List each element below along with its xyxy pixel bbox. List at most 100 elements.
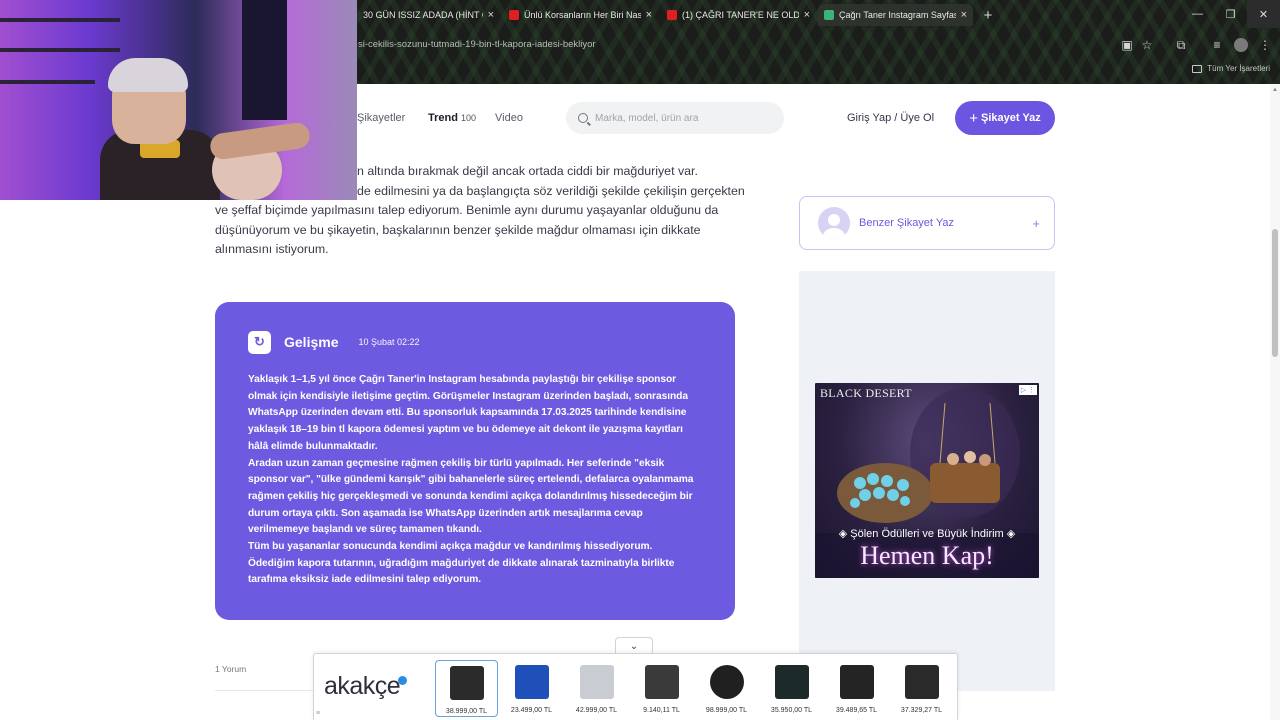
- update-line: sponsor var", "ülke gündemi karışık" gib…: [248, 474, 694, 486]
- profile-avatar-icon[interactable]: [1234, 38, 1248, 52]
- shelf: [0, 18, 120, 22]
- tab-close-icon[interactable]: ×: [488, 9, 494, 21]
- minimize-button[interactable]: —: [1181, 0, 1214, 28]
- update-line: verilmemeye başlandı ve süreç tamamen tı…: [248, 524, 482, 536]
- product-card[interactable]: 23.499,00 TL: [500, 660, 563, 717]
- browser-tab-3[interactable]: (1) ÇAĞRI TANER'E NE OLDU? | ×: [661, 4, 816, 26]
- update-line: olmak için kendisiyle iletişime geçtim. …: [248, 390, 688, 402]
- verified-badge-icon: [398, 675, 408, 685]
- doorway: [242, 0, 287, 120]
- cast-icon[interactable]: ▣: [1120, 38, 1134, 52]
- tab-close-icon[interactable]: ×: [804, 9, 810, 21]
- page-scrollbar[interactable]: ▲: [1270, 84, 1280, 720]
- product-price: 9.140,11 TL: [643, 707, 680, 714]
- product-card[interactable]: 98.999,00 TL: [695, 660, 758, 717]
- update-date: 10 Şubat 02:22: [358, 337, 420, 347]
- graphics-card-image: [579, 665, 614, 699]
- racing-wheel-image: [709, 665, 744, 699]
- scroll-up-arrow-icon[interactable]: ▲: [1270, 84, 1280, 96]
- tab-title: 30 GÜN ISSIZ ADADA (HİNT OKY: [363, 10, 483, 20]
- restore-button[interactable]: ❐: [1214, 0, 1247, 28]
- sikayetvar-icon: [824, 10, 834, 20]
- login-register-link[interactable]: Giriş Yap / Üye Ol: [847, 112, 934, 124]
- update-line: rağmen çekiliş hiç gerçekleşmedi ve sonu…: [248, 490, 693, 502]
- update-line: hâlâ elimde bulunmaktadır.: [248, 440, 378, 452]
- comments-count[interactable]: 1 Yorum: [215, 664, 246, 674]
- tab-close-icon[interactable]: ×: [646, 9, 652, 21]
- divider: [215, 690, 315, 691]
- search-bar[interactable]: [566, 102, 784, 134]
- product-list: 38.999,00 TL 23.499,00 TL 42.999,00 TL 9…: [435, 660, 953, 717]
- graphics-card-image: [839, 665, 874, 699]
- nav-trend-label: Trend: [428, 112, 458, 124]
- update-line: yaklaşık 18–19 bin tl kapora ödemesi yap…: [248, 424, 683, 436]
- write-complaint-label: Şikayet Yaz: [981, 112, 1041, 124]
- update-card: ↻ Gelişme 10 Şubat 02:22 Yaklaşık 1–1,5 …: [215, 302, 735, 620]
- menu-icon[interactable]: ≡: [316, 710, 320, 717]
- update-body: Yaklaşık 1–1,5 yıl önce Çağrı Taner'in I…: [248, 372, 702, 589]
- graphics-card-image: [774, 665, 809, 699]
- tab-title: (1) ÇAĞRI TANER'E NE OLDU? |: [682, 10, 799, 20]
- refresh-icon: ↻: [248, 330, 271, 354]
- product-price: 42.999,00 TL: [575, 707, 618, 714]
- address-bar[interactable]: si-cekilis-sozunu-tutmadi-19-bin-tl-kapo…: [358, 39, 596, 50]
- product-card[interactable]: 37.329,27 TL: [890, 660, 953, 717]
- nav-video[interactable]: Video: [495, 112, 523, 124]
- product-card[interactable]: 39.489,65 TL: [825, 660, 888, 717]
- write-complaint-button[interactable]: + Şikayet Yaz: [955, 101, 1055, 135]
- bookmark-star-icon[interactable]: ☆: [1140, 38, 1154, 52]
- price-comparison-bar: akakçe ≡ 38.999,00 TL 23.499,00 TL 42.99…: [313, 653, 958, 720]
- adchoices-icon[interactable]: ▷ ⋮: [1019, 385, 1037, 395]
- plus-icon: +: [1032, 215, 1040, 231]
- trend-count-badge: 100: [460, 113, 476, 123]
- ad-logo: BLACK DESERT: [820, 386, 912, 400]
- complaint-line: düşünüyorum ve bu şikayetin, başkalarını…: [215, 222, 701, 237]
- close-window-button[interactable]: ✕: [1247, 0, 1280, 28]
- youtube-icon: [509, 10, 519, 20]
- browser-tab-active[interactable]: Çağrı Taner Instagram Sayfası Ç ×: [818, 4, 973, 26]
- similar-complaint-card[interactable]: Benzer Şikayet Yaz +: [799, 196, 1055, 250]
- update-line: Tüm bu yaşananlar sonucunda kendimi açık…: [248, 541, 653, 553]
- scroll-thumb[interactable]: [1272, 229, 1278, 357]
- update-line: Yaklaşık 1–1,5 yıl önce Çağrı Taner'in I…: [248, 374, 677, 385]
- update-title: Gelişme: [284, 334, 339, 350]
- processor-box-image: [514, 665, 549, 699]
- window-controls: — ❐ ✕: [1181, 0, 1280, 28]
- shelf: [0, 48, 120, 52]
- graphics-card-image: [449, 666, 484, 700]
- bookmarks-bar[interactable]: Tüm Yer İşaretleri: [1192, 64, 1270, 73]
- product-price: 98.999,00 TL: [705, 707, 748, 714]
- ad-subtitle: ◈ Şölen Ödülleri ve Büyük İndirim ◈: [838, 528, 1016, 540]
- search-input[interactable]: [595, 112, 775, 124]
- processor-chip-image: [644, 665, 679, 699]
- akakce-logo[interactable]: akakçe: [324, 672, 408, 701]
- youtube-icon: [667, 10, 677, 20]
- kebab-menu-icon[interactable]: ⋮: [1258, 38, 1272, 52]
- update-line: Ödediğim kapora tutarının, uğradığım mağ…: [248, 557, 675, 569]
- browser-tab-1[interactable]: 30 GÜN ISSIZ ADADA (HİNT OKY ×: [357, 4, 500, 26]
- product-price: 39.489,65 TL: [835, 707, 878, 714]
- akakce-logo-text: akakçe: [324, 672, 401, 700]
- graphics-card-image: [904, 665, 939, 699]
- nav-complaints[interactable]: Şikayetler: [357, 112, 405, 124]
- nav-trend[interactable]: Trend 100: [428, 112, 476, 124]
- product-card[interactable]: 42.999,00 TL: [565, 660, 628, 717]
- user-avatar-icon: [818, 207, 850, 239]
- ad-headline: Hemen Kap!: [860, 541, 994, 570]
- all-bookmarks-label: Tüm Yer İşaretleri: [1207, 64, 1270, 73]
- product-card[interactable]: 38.999,00 TL: [435, 660, 498, 717]
- update-line: tarafıma eksiksiz iade edilmesini talep …: [248, 574, 482, 586]
- extensions-icon[interactable]: ⧉: [1174, 38, 1188, 52]
- tab-close-icon[interactable]: ×: [961, 9, 967, 21]
- product-card[interactable]: 35.950,00 TL: [760, 660, 823, 717]
- downloads-icon[interactable]: ≡: [1210, 38, 1224, 52]
- product-card[interactable]: 9.140,11 TL: [630, 660, 693, 717]
- update-header: ↻ Gelişme 10 Şubat 02:22: [248, 330, 702, 354]
- similar-complaint-label: Benzer Şikayet Yaz: [859, 217, 954, 229]
- ad-banner[interactable]: BLACK DESERT ▷ ⋮ ◈ Şölen Ödülleri ve Büy…: [815, 383, 1039, 578]
- new-tab-button[interactable]: +: [978, 5, 998, 25]
- search-icon: [578, 113, 588, 123]
- update-line: durum ortaya çıktı. Son aşamada ise What…: [248, 507, 643, 519]
- browser-tab-2[interactable]: Ünlü Korsanların Her Biri Nasıl Öl ×: [503, 4, 658, 26]
- headphones: [108, 58, 188, 92]
